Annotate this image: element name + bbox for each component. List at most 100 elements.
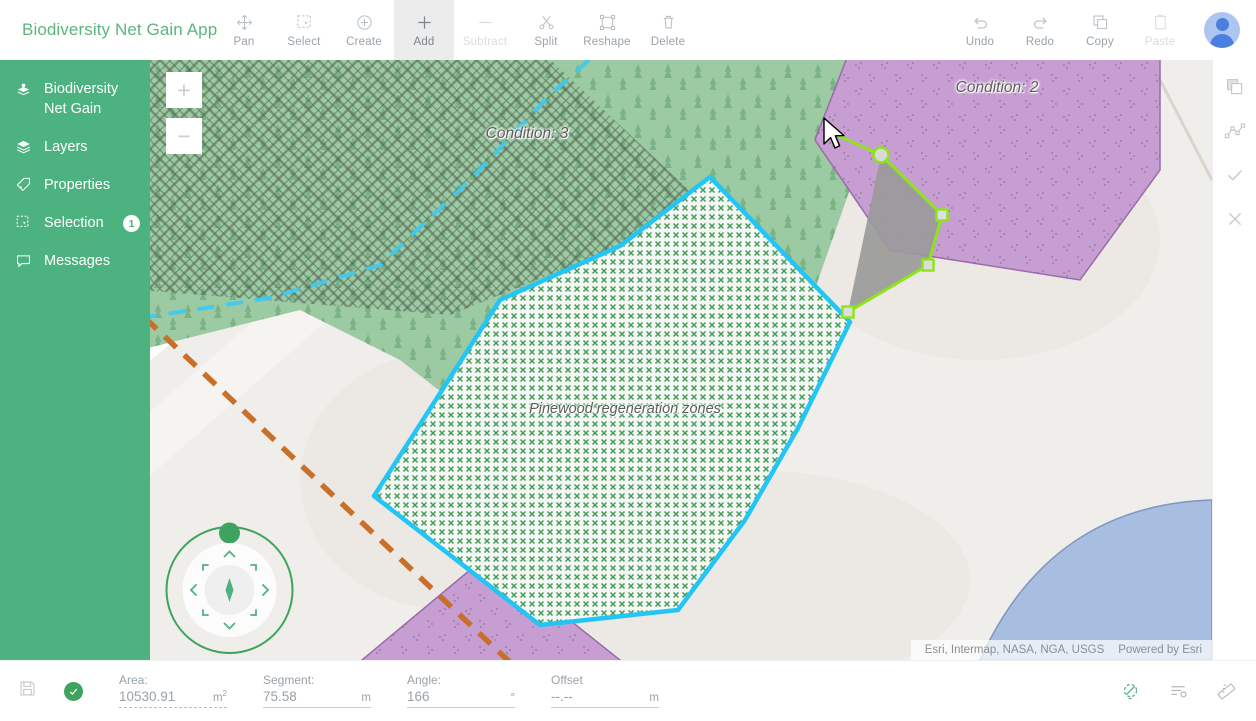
app-title: Biodiversity Net Gain App <box>22 20 218 39</box>
measurement-offset: Offset --.-- m <box>551 673 659 710</box>
snapping-icon[interactable] <box>1118 679 1142 703</box>
sidebar-item-biodiversity-net-gain[interactable]: Biodiversity Net Gain <box>0 70 150 128</box>
attribution-sources: Esri, Intermap, NASA, NGA, USGS <box>924 644 1105 656</box>
sidebar-item-label: Selection <box>44 215 104 231</box>
layers-icon <box>14 138 32 155</box>
sidebar-item-label: Biodiversity Net Gain <box>44 81 119 117</box>
sidebar-item-properties[interactable]: Properties <box>0 166 150 204</box>
zoom-out-button[interactable]: − <box>166 118 202 154</box>
pan-icon <box>235 13 254 33</box>
tool-subtract[interactable]: Subtract <box>454 0 516 60</box>
measurement-area: Area: 10530.91 m2 <box>119 673 227 710</box>
tool-redo-label: Redo <box>1025 35 1055 48</box>
reshape-icon <box>598 13 617 33</box>
measurement-row[interactable]: --.-- m <box>551 689 659 708</box>
sidebar-item-label: Properties <box>44 177 111 193</box>
left-sidebar: Biodiversity Net Gain Layers Properties <box>0 60 150 660</box>
biodiversity-icon <box>14 80 32 97</box>
selection-icon <box>14 214 32 231</box>
tool-paste-label: Paste <box>1144 35 1176 48</box>
tool-copy-label: Copy <box>1086 35 1114 48</box>
measurement-value: --.-- <box>551 688 573 704</box>
tool-select-label: Select <box>287 35 321 48</box>
save-icon[interactable] <box>18 679 37 703</box>
subtract-icon <box>476 13 495 33</box>
measurement-label: Offset <box>551 672 583 687</box>
sidebar-item-messages[interactable]: Messages <box>0 242 150 280</box>
map-label-condition-3: Condition: 3 <box>485 125 569 142</box>
measurement-unit: ° <box>510 691 515 704</box>
history-tool-group: Undo Redo Copy Paste <box>950 0 1256 60</box>
tool-create[interactable]: Create <box>334 0 394 60</box>
measurement-segment: Segment: 75.58 m <box>263 673 371 710</box>
sidebar-item-label: Messages <box>44 253 111 269</box>
bottom-right-tools <box>1118 679 1256 703</box>
split-icon <box>537 13 556 33</box>
measurement-row[interactable]: 166 ° <box>407 689 515 708</box>
compass-rotate-handle <box>219 522 240 544</box>
vertices-icon[interactable] <box>1222 118 1248 144</box>
map-graphics <box>150 60 1212 660</box>
sidebar-item-selection[interactable]: Selection 1 <box>0 204 150 242</box>
sketch-vertex <box>921 258 935 272</box>
properties-icon <box>14 176 32 193</box>
zoom-controls: + − <box>166 72 202 154</box>
undo-icon <box>971 13 990 33</box>
attribution-powered-by: Powered by Esri <box>1118 644 1202 656</box>
tool-pan[interactable]: Pan <box>214 0 274 60</box>
layer-list-icon[interactable] <box>1166 679 1190 703</box>
edit-tool-group: Pan Select Create Add Subtract Split Res… <box>214 0 698 60</box>
bottom-status-bar: Area: 10530.91 m2 Segment: 75.58 m Angle… <box>0 660 1256 721</box>
sidebar-item-layers[interactable]: Layers <box>0 128 150 166</box>
tool-select[interactable]: Select <box>274 0 334 60</box>
tool-reshape[interactable]: Reshape <box>576 0 638 60</box>
tool-redo[interactable]: Redo <box>1010 0 1070 60</box>
measurement-value: 10530.91 <box>119 688 176 704</box>
tool-reshape-label: Reshape <box>583 35 631 48</box>
tool-create-label: Create <box>346 35 382 48</box>
sidebar-item-label: Layers <box>44 139 88 155</box>
confirm-icon[interactable] <box>64 681 83 701</box>
map-label-condition-2: Condition: 2 <box>955 79 1039 96</box>
tool-undo[interactable]: Undo <box>950 0 1010 60</box>
tool-delete-label: Delete <box>650 35 686 48</box>
zoom-in-button[interactable]: + <box>166 72 202 108</box>
select-icon <box>295 13 314 33</box>
tool-paste[interactable]: Paste <box>1130 0 1190 60</box>
paste-icon <box>1151 13 1170 33</box>
add-icon <box>415 13 434 33</box>
measurement-angle: Angle: 166 ° <box>407 673 515 710</box>
delete-icon <box>659 13 678 33</box>
measurement-label: Segment: <box>263 672 315 687</box>
tool-split-label: Split <box>534 35 558 48</box>
duplicate-icon[interactable] <box>1222 74 1248 100</box>
close-icon[interactable] <box>1222 206 1248 232</box>
avatar[interactable] <box>1204 12 1240 48</box>
tool-copy[interactable]: Copy <box>1070 0 1130 60</box>
create-icon <box>355 13 374 33</box>
tool-undo-label: Undo <box>965 35 995 48</box>
measurement-label: Angle: <box>407 672 442 687</box>
compass-navigation-control[interactable] <box>162 520 297 655</box>
tool-add[interactable]: Add <box>394 0 454 60</box>
tool-delete[interactable]: Delete <box>638 0 698 60</box>
measurement-row[interactable]: 75.58 m <box>263 689 371 708</box>
check-icon[interactable] <box>1222 162 1248 188</box>
messages-icon <box>14 252 32 269</box>
measurement-unit: m <box>361 691 371 704</box>
right-tool-rail <box>1212 60 1256 660</box>
measurement-value: 166 <box>407 688 430 704</box>
map-attribution: Esri, Intermap, NASA, NGA, USGS Powered … <box>910 640 1212 660</box>
measurement-row[interactable]: 10530.91 m2 <box>119 689 227 708</box>
sketch-vertex <box>841 305 855 319</box>
sketch-vertex <box>935 208 949 222</box>
map-label-pinewood: Pinewood regeneration zones <box>529 401 721 417</box>
measurement-value: 75.58 <box>263 688 297 704</box>
selection-count-badge: 1 <box>123 215 140 232</box>
application-root: Biodiversity Net Gain App Pan Select Cre… <box>0 0 1256 721</box>
copy-icon <box>1091 13 1110 33</box>
measure-icon[interactable] <box>1214 679 1238 703</box>
tool-split[interactable]: Split <box>516 0 576 60</box>
map-canvas[interactable]: Condition: 3 Condition: 2 Pinewood regen… <box>150 60 1212 660</box>
top-toolbar: Biodiversity Net Gain App Pan Select Cre… <box>0 0 1256 60</box>
